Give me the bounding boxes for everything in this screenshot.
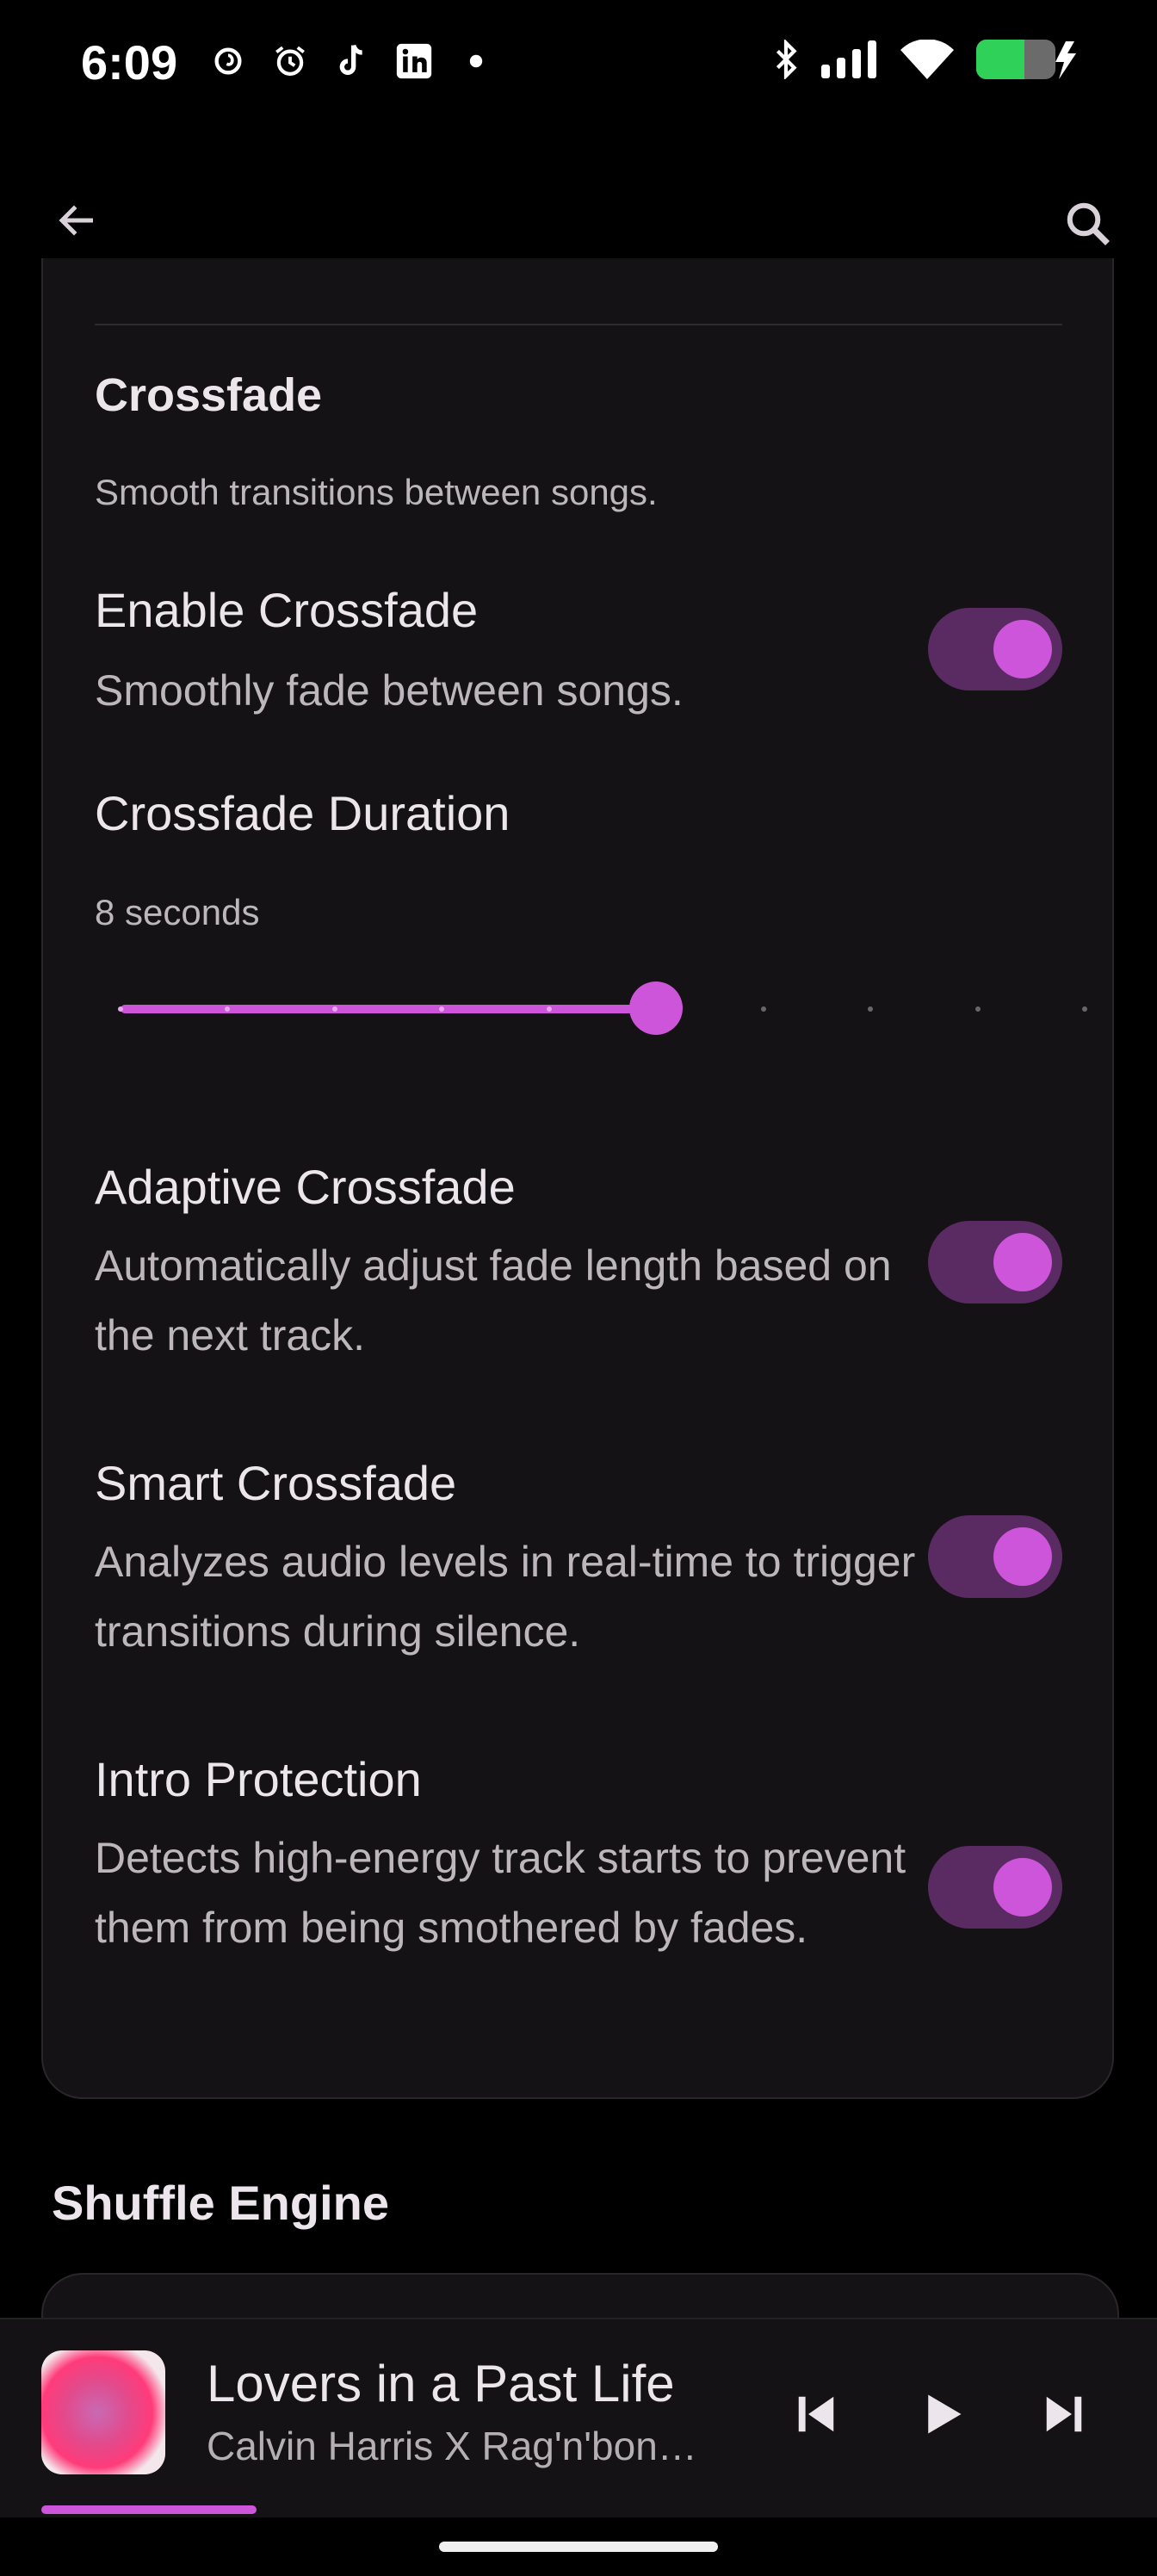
skip-previous-icon	[798, 2396, 834, 2432]
enable-crossfade-toggle[interactable]	[928, 608, 1062, 690]
divider	[95, 324, 1062, 325]
slider-tick	[868, 1006, 874, 1012]
dot-icon	[455, 40, 498, 83]
crossfade-duration-slider[interactable]	[118, 975, 1087, 1043]
back-button[interactable]	[46, 189, 108, 251]
playback-progress[interactable]	[41, 2505, 257, 2514]
status-bar: 6:09	[0, 0, 1157, 129]
play-button[interactable]	[899, 2371, 985, 2457]
linkedin-icon	[393, 40, 436, 83]
toggle-knob	[993, 1527, 1052, 1586]
track-artist: Calvin Harris X Rag'n'bon…	[207, 2424, 697, 2468]
slider-tick	[760, 1006, 766, 1012]
mini-player[interactable]: Lovers in a Past Life Calvin Harris X Ra…	[0, 2318, 1157, 2517]
slider-active-track	[121, 1005, 657, 1013]
adaptive-crossfade-toggle[interactable]	[928, 1221, 1062, 1303]
smart-crossfade-desc: Analyzes audio levels in real-time to tr…	[95, 1538, 916, 1656]
enable-crossfade-desc: Smoothly fade between songs.	[95, 666, 684, 715]
slider-tick	[546, 1006, 552, 1012]
previous-button[interactable]	[773, 2371, 859, 2457]
crossfade-title: Crossfade	[95, 369, 323, 421]
arrow-back-icon	[59, 205, 93, 236]
slider-tick	[974, 1006, 981, 1012]
crossfade-card: Crossfade Smooth transitions between son…	[41, 258, 1114, 2099]
slider-tick	[331, 1006, 337, 1012]
smart-crossfade-toggle[interactable]	[928, 1515, 1062, 1598]
toggle-knob	[993, 1858, 1052, 1917]
slider-tick	[118, 1006, 123, 1012]
album-art[interactable]	[41, 2350, 165, 2474]
adaptive-crossfade-title: Adaptive Crossfade	[95, 1160, 516, 1214]
toggle-knob	[993, 620, 1052, 678]
next-button[interactable]	[1021, 2371, 1107, 2457]
status-time: 6:09	[81, 35, 178, 90]
tiktok-icon	[331, 40, 374, 83]
toggle-knob	[993, 1233, 1052, 1291]
slider-tick	[1082, 1006, 1087, 1012]
top-app-bar	[0, 164, 1157, 267]
track-title: Lovers in a Past Life	[207, 2355, 675, 2412]
search-button[interactable]	[1054, 189, 1123, 258]
notification-icons	[207, 40, 498, 83]
adaptive-crossfade-desc: Automatically adjust fade length based o…	[95, 1242, 892, 1359]
slider-thumb[interactable]	[629, 981, 684, 1035]
skip-next-icon	[1046, 2396, 1082, 2432]
crossfade-duration-title: Crossfade Duration	[95, 786, 510, 840]
bluetooth-icon	[773, 38, 799, 84]
crossfade-subtitle: Smooth transitions between songs.	[95, 472, 658, 512]
intro-protection-desc: Detects high-energy track starts to prev…	[95, 1834, 906, 1952]
intro-protection-toggle[interactable]	[928, 1846, 1062, 1929]
wifi-icon	[900, 39, 954, 84]
play-icon	[928, 2394, 962, 2434]
intro-protection-title: Intro Protection	[95, 1752, 422, 1806]
threads-icon	[207, 40, 250, 83]
signal-icon	[821, 40, 878, 83]
crossfade-duration-value: 8 seconds	[95, 892, 260, 932]
alarm-icon	[269, 40, 312, 83]
home-indicator[interactable]	[439, 2542, 718, 2552]
system-icons	[773, 38, 1080, 85]
smart-crossfade-title: Smart Crossfade	[95, 1456, 457, 1510]
battery-charging-icon	[976, 38, 1080, 85]
enable-crossfade-title: Enable Crossfade	[95, 583, 479, 637]
shuffle-engine-title: Shuffle Engine	[52, 2176, 389, 2230]
search-icon	[1067, 202, 1110, 245]
